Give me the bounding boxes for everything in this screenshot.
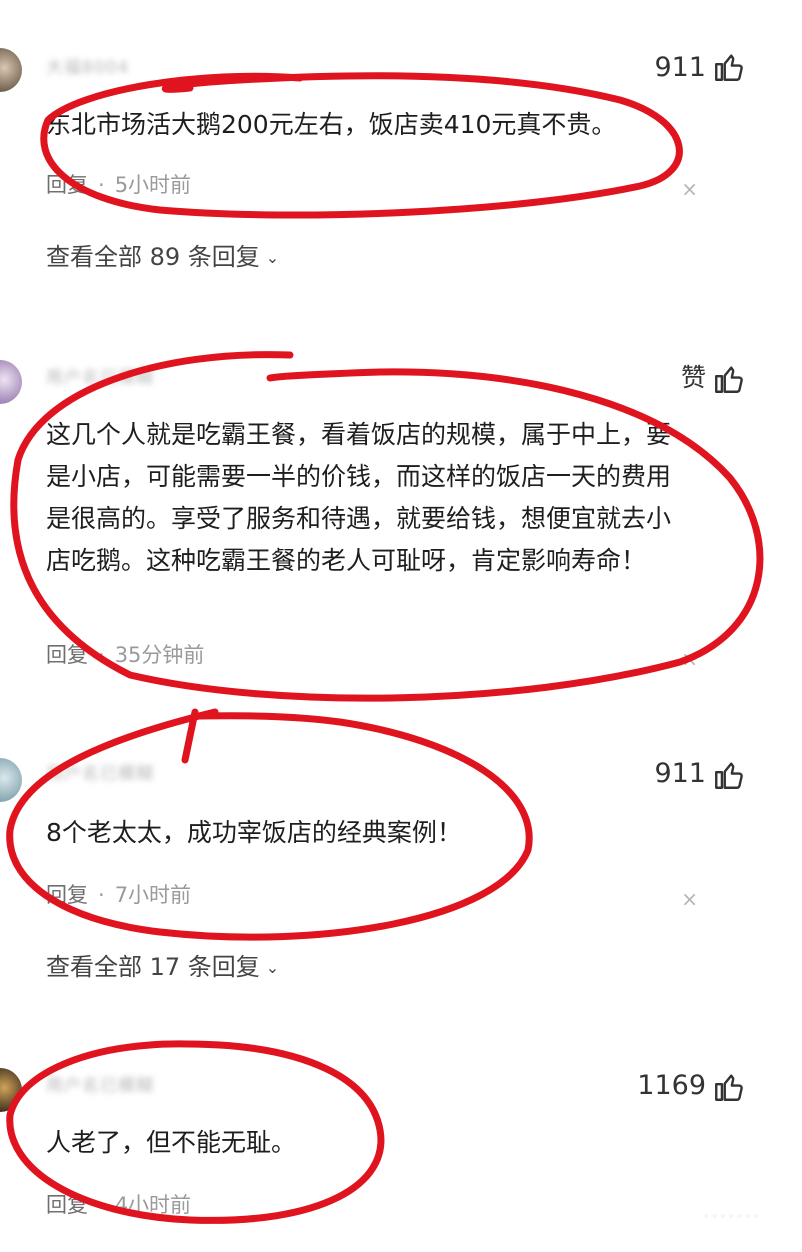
username[interactable]: 用户名已模糊 [46, 1076, 154, 1096]
like-count: 911 [654, 758, 706, 789]
thumbs-up-icon[interactable] [712, 50, 746, 84]
timestamp: 4小时前 [114, 1193, 192, 1217]
comment-meta: 回复 · 5小时前 [46, 170, 191, 200]
like-count: 赞 [680, 363, 706, 392]
chevron-down-icon: ⌄ [265, 248, 280, 267]
avatar[interactable] [0, 360, 22, 404]
thumbs-up-icon[interactable] [712, 1070, 746, 1104]
like-count: 1169 [637, 1070, 706, 1101]
comment-meta: 回复 · 7小时前 [46, 880, 191, 910]
separator-dot: · [98, 643, 105, 667]
reply-button[interactable]: 回复 [46, 643, 88, 667]
comment-text: 东北市场活大鹅200元左右，饭店卖410元真不贵。 [46, 110, 617, 139]
comment-meta: 回复 · 4小时前 [46, 1190, 191, 1220]
close-icon[interactable]: × [681, 174, 698, 204]
avatar[interactable] [0, 758, 22, 802]
comment-meta: 回复 · 35分钟前 [46, 640, 204, 670]
timestamp: 35分钟前 [114, 643, 205, 667]
avatar[interactable] [0, 1068, 22, 1112]
separator-dot: · [98, 173, 105, 197]
like-count: 911 [654, 52, 706, 83]
username[interactable]: 用户名已模糊 [46, 368, 154, 388]
timestamp: 7小时前 [114, 883, 192, 907]
view-all-replies-label: 查看全部 17 条回复 [46, 953, 260, 981]
thumbs-up-icon[interactable] [712, 362, 746, 396]
chevron-down-icon: ⌄ [265, 958, 280, 977]
comment-text: 人老了，但不能无耻。 [46, 1128, 297, 1157]
username[interactable]: 大福8004 [46, 58, 129, 78]
view-all-replies-button[interactable]: 查看全部 17 条回复 ⌄ [46, 950, 279, 985]
avatar[interactable] [0, 48, 22, 92]
comment-text: 8个老太太，成功宰饭店的经典案例！ [46, 818, 462, 847]
comment-text: 这几个人就是吃霸王餐，看着饭店的规模，属于中上，要是小店，可能需要一半的价钱，而… [46, 420, 672, 575]
timestamp: 5小时前 [114, 173, 192, 197]
watermark: · · · · · · · [704, 1210, 758, 1225]
separator-dot: · [98, 1193, 105, 1217]
separator-dot: · [98, 883, 105, 907]
close-icon[interactable]: × [681, 884, 698, 914]
reply-button[interactable]: 回复 [46, 883, 88, 907]
thumbs-up-icon[interactable] [712, 758, 746, 792]
view-all-replies-button[interactable]: 查看全部 89 条回复 ⌄ [46, 240, 279, 275]
username[interactable]: 用户名已模糊 [46, 764, 154, 784]
view-all-replies-label: 查看全部 89 条回复 [46, 243, 260, 271]
close-icon[interactable]: × [681, 644, 698, 674]
reply-button[interactable]: 回复 [46, 1193, 88, 1217]
reply-button[interactable]: 回复 [46, 173, 88, 197]
